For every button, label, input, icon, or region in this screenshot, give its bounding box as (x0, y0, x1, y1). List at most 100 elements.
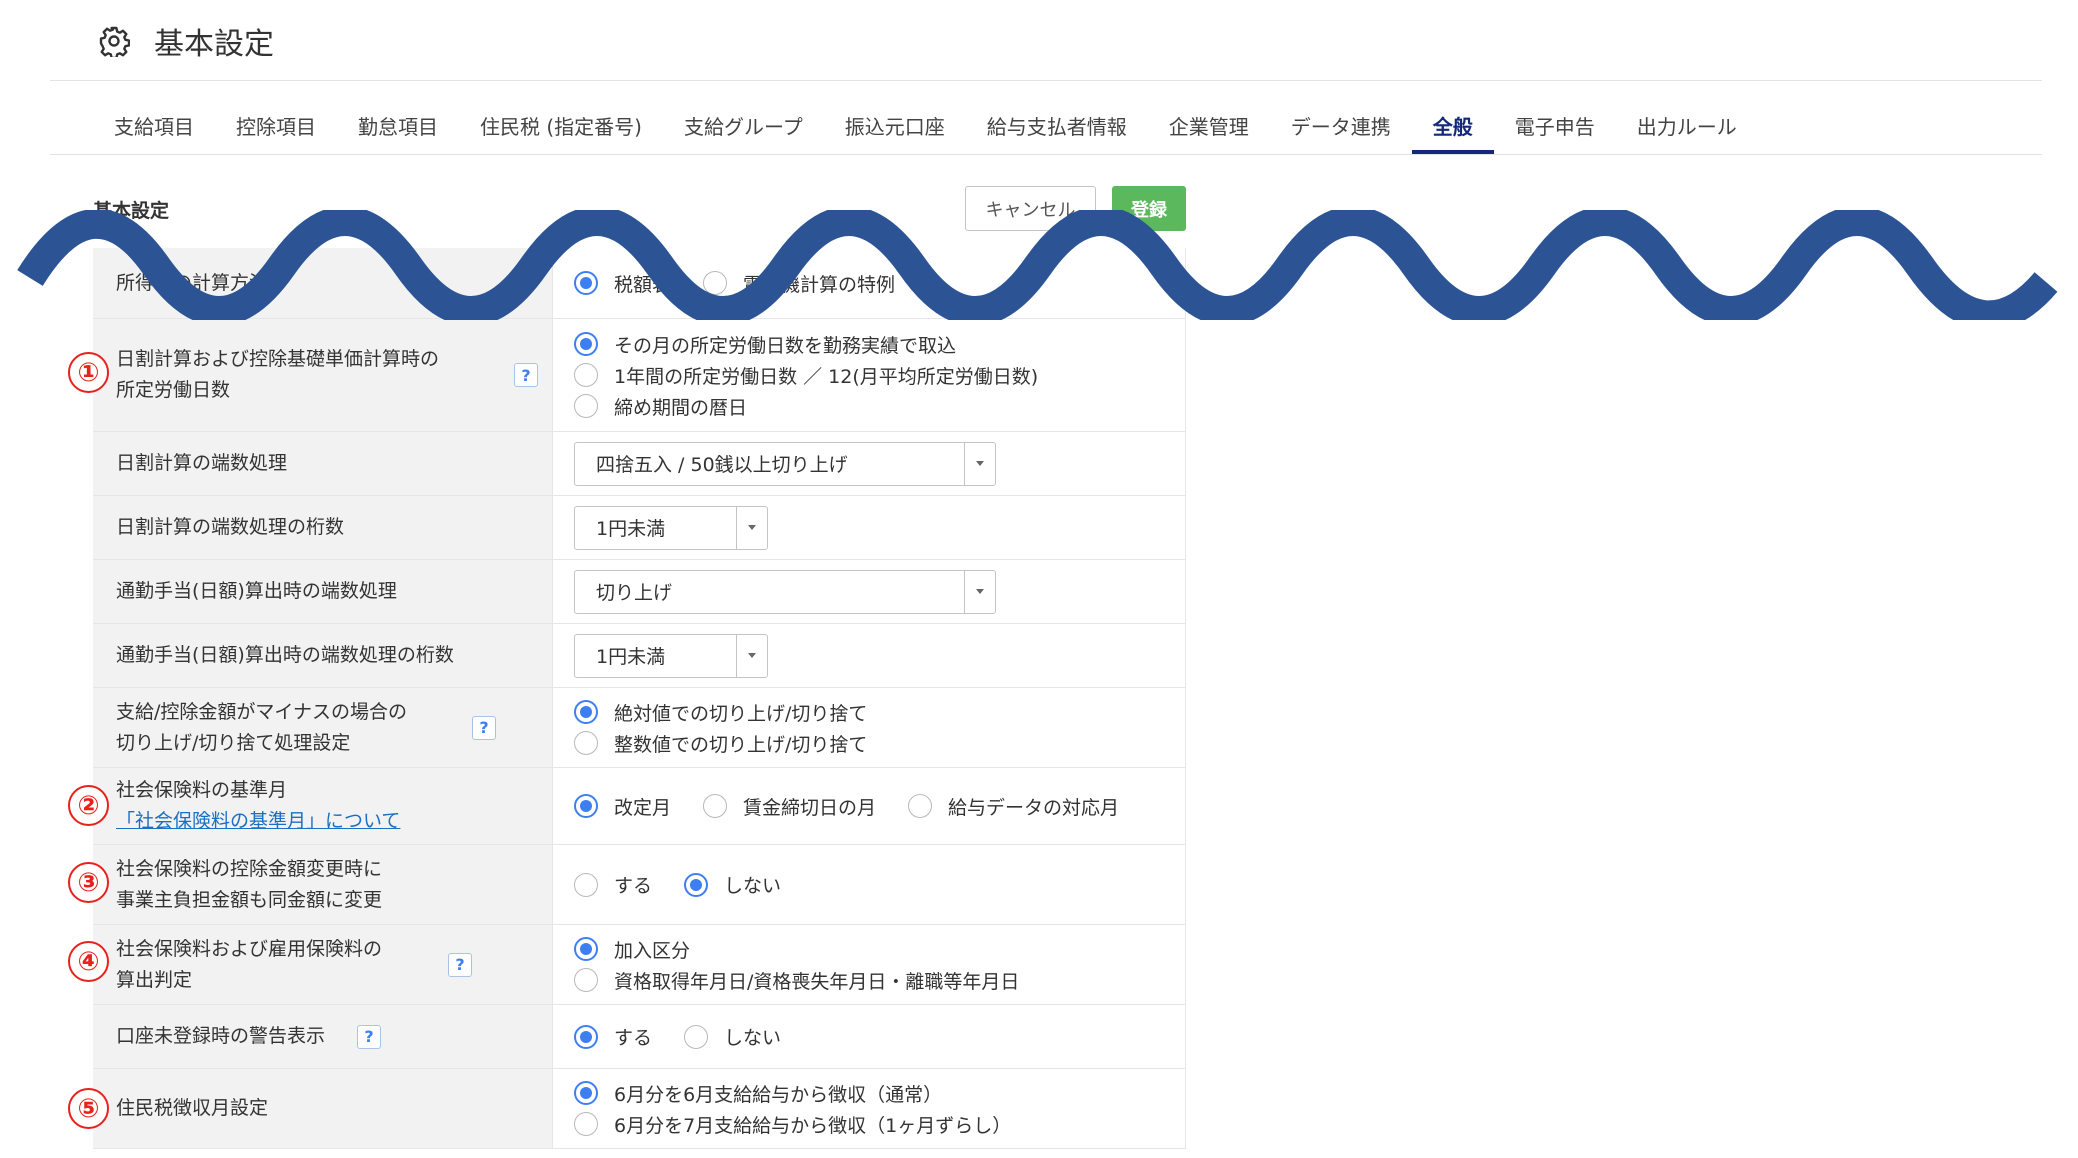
radio-unchecked-icon (908, 794, 933, 818)
setting-row-social-insurance-month: 社会保険料の基準月 「社会保険料の基準月」について 改定月 賃金締切日の月 給与… (93, 768, 1186, 845)
radio-option[interactable]: する (574, 871, 652, 898)
radio-checked-icon (574, 937, 598, 961)
commute-rounding-select[interactable]: 切り上げ (574, 569, 996, 614)
setting-row-daily-rounding-digits: 日割計算の端数処理の桁数 1円未満 (93, 496, 1186, 560)
annotation-marker-2: ② (68, 785, 109, 826)
setting-label: 住民税徴収月設定 (116, 1097, 269, 1119)
radio-option[interactable]: 改定月 (574, 793, 671, 820)
setting-row-commute-rounding-digits: 通勤手当(日額)算出時の端数処理の桁数 1円未満 (93, 624, 1186, 688)
tab-payer-info[interactable]: 給与支払者情報 (966, 96, 1148, 154)
radio-option[interactable]: しない (684, 871, 781, 898)
radio-option[interactable]: 整数値での切り上げ/切り捨て (574, 730, 867, 757)
setting-label: 所得税の計算方法 (116, 271, 269, 294)
tab-payment-group[interactable]: 支給グループ (663, 96, 824, 154)
tab-company-management[interactable]: 企業管理 (1148, 96, 1270, 154)
radio-unchecked-icon (574, 363, 598, 387)
page-header: 基本設定 (98, 18, 274, 64)
radio-option[interactable]: 締め期間の暦日 (574, 393, 747, 420)
setting-row-daily-rounding: 日割計算の端数処理 四捨五入 / 50銭以上切り上げ (93, 432, 1186, 496)
setting-label: 社会保険料の控除金額変更時に (116, 857, 383, 880)
annotation-marker-3: ③ (68, 862, 109, 903)
cancel-button[interactable]: キャンセル (965, 186, 1096, 231)
radio-checked-icon (574, 332, 598, 356)
commute-rounding-digits-select[interactable]: 1円未満 (574, 633, 768, 678)
setting-label: 所定労働日数 (116, 379, 231, 401)
setting-label: 算出判定 (116, 968, 193, 991)
radio-option[interactable]: する (574, 1023, 652, 1050)
help-icon[interactable]: ? (514, 363, 538, 387)
radio-option[interactable]: しない (684, 1023, 781, 1050)
setting-row-insurance-calc: 社会保険料および雇用保険料の 算出判定 ? 加入区分 資格取得年月日/資格喪失年… (93, 925, 1186, 1005)
register-button[interactable]: 登録 (1112, 186, 1186, 231)
chevron-down-icon (736, 634, 767, 677)
help-icon[interactable]: ? (448, 952, 472, 977)
setting-row-account-warning: 口座未登録時の警告表示 ? する しない (93, 1005, 1186, 1069)
page-title: 基本設定 (154, 27, 274, 62)
social-insurance-month-help-link[interactable]: 「社会保険料の基準月」について (116, 806, 400, 837)
radio-option[interactable]: その月の所定労働日数を勤務実績で取込 (574, 331, 956, 358)
setting-row-resident-tax-month: 住民税徴収月設定 6月分を6月支給給与から徴収（通常） 6月分を7月支給給与から… (93, 1069, 1186, 1149)
annotation-marker-1: ① (68, 352, 109, 393)
setting-label: 口座未登録時の警告表示 (116, 1025, 326, 1047)
tab-output-rules[interactable]: 出力ルール (1616, 96, 1758, 154)
setting-label: 支給/控除金額がマイナスの場合の (116, 700, 408, 723)
tab-transfer-account[interactable]: 振込元口座 (824, 96, 966, 154)
tab-attendance-items[interactable]: 勤怠項目 (337, 96, 459, 154)
setting-row-negative-rounding: 支給/控除金額がマイナスの場合の 切り上げ/切り捨て処理設定 ? 絶対値での切り… (93, 688, 1186, 768)
header-divider (50, 80, 2042, 81)
setting-label: 日割計算の端数処理の桁数 (116, 516, 345, 538)
radio-unchecked-icon (703, 794, 728, 818)
chevron-down-icon (964, 442, 995, 485)
tab-payment-items[interactable]: 支給項目 (93, 96, 215, 154)
setting-label: 日割計算の端数処理 (116, 452, 288, 474)
setting-label: 通勤手当(日額)算出時の端数処理 (116, 580, 397, 602)
radio-option[interactable]: 加入区分 (574, 936, 690, 963)
tab-resident-tax[interactable]: 住民税 (指定番号) (459, 96, 663, 154)
gear-icon (99, 26, 130, 57)
radio-option[interactable]: 6月分を6月支給給与から徴収（通常） (574, 1080, 942, 1107)
help-icon[interactable]: ? (357, 1024, 382, 1049)
setting-row-income-tax: 所得税の計算方法 税額表 電算機計算の特例 (93, 248, 1186, 319)
radio-option[interactable]: 絶対値での切り上げ/切り捨て (574, 699, 867, 726)
help-icon[interactable]: ? (472, 715, 496, 740)
radio-option[interactable]: 賃金締切日の月 (703, 793, 876, 820)
tabs-divider (50, 154, 2042, 155)
radio-unchecked-icon (574, 394, 598, 418)
daily-rounding-select[interactable]: 四捨五入 / 50銭以上切り上げ (574, 441, 996, 486)
radio-unchecked-icon (574, 1112, 598, 1136)
radio-checked-icon (574, 700, 598, 724)
annotation-marker-5: ⑤ (68, 1088, 109, 1129)
radio-checked-icon (574, 1081, 598, 1105)
setting-label: 社会保険料および雇用保険料の (116, 937, 383, 960)
radio-checked-icon (574, 271, 598, 295)
radio-option[interactable]: 電算機計算の特例 (703, 270, 895, 297)
tab-deduction-items[interactable]: 控除項目 (215, 96, 337, 154)
radio-unchecked-icon (703, 271, 728, 295)
setting-label: 通勤手当(日額)算出時の端数処理の桁数 (116, 644, 454, 666)
radio-checked-icon (574, 794, 598, 818)
radio-unchecked-icon (574, 968, 598, 992)
setting-row-working-days: 日割計算および控除基礎単価計算時の 所定労働日数 ? その月の所定労働日数を勤務… (93, 319, 1186, 432)
radio-unchecked-icon (574, 872, 598, 897)
radio-checked-icon (574, 1024, 598, 1049)
tab-general[interactable]: 全般 (1411, 96, 1494, 154)
setting-row-commute-rounding: 通勤手当(日額)算出時の端数処理 切り上げ (93, 560, 1186, 624)
tab-data-integration[interactable]: データ連携 (1270, 96, 1412, 154)
radio-option[interactable]: 税額表 (574, 270, 671, 297)
setting-label: 切り上げ/切り捨て処理設定 (116, 731, 351, 754)
setting-label: 日割計算および控除基礎単価計算時の (116, 348, 440, 370)
setting-row-employer-share-sync: 社会保険料の控除金額変更時に 事業主負担金額も同金額に変更 する しない (93, 845, 1186, 925)
chevron-down-icon (736, 506, 767, 549)
radio-checked-icon (684, 872, 709, 897)
tab-e-filing[interactable]: 電子申告 (1494, 96, 1616, 154)
setting-label: 社会保険料の基準月 (116, 779, 288, 801)
radio-option[interactable]: 給与データの対応月 (908, 793, 1119, 820)
tab-bar: 支給項目 控除項目 勤怠項目 住民税 (指定番号) 支給グループ 振込元口座 給… (93, 96, 1758, 154)
radio-unchecked-icon (684, 1024, 709, 1049)
daily-rounding-digits-select[interactable]: 1円未満 (574, 505, 768, 550)
section-title: 基本設定 (93, 200, 170, 222)
radio-option[interactable]: 資格取得年月日/資格喪失年月日・離職等年月日 (574, 967, 1019, 994)
radio-option[interactable]: 6月分を7月支給給与から徴収（1ヶ月ずらし） (574, 1111, 1011, 1138)
annotation-marker-4: ④ (68, 941, 109, 982)
radio-option[interactable]: 1年間の所定労働日数 ／ 12(月平均所定労働日数) (574, 362, 1038, 389)
